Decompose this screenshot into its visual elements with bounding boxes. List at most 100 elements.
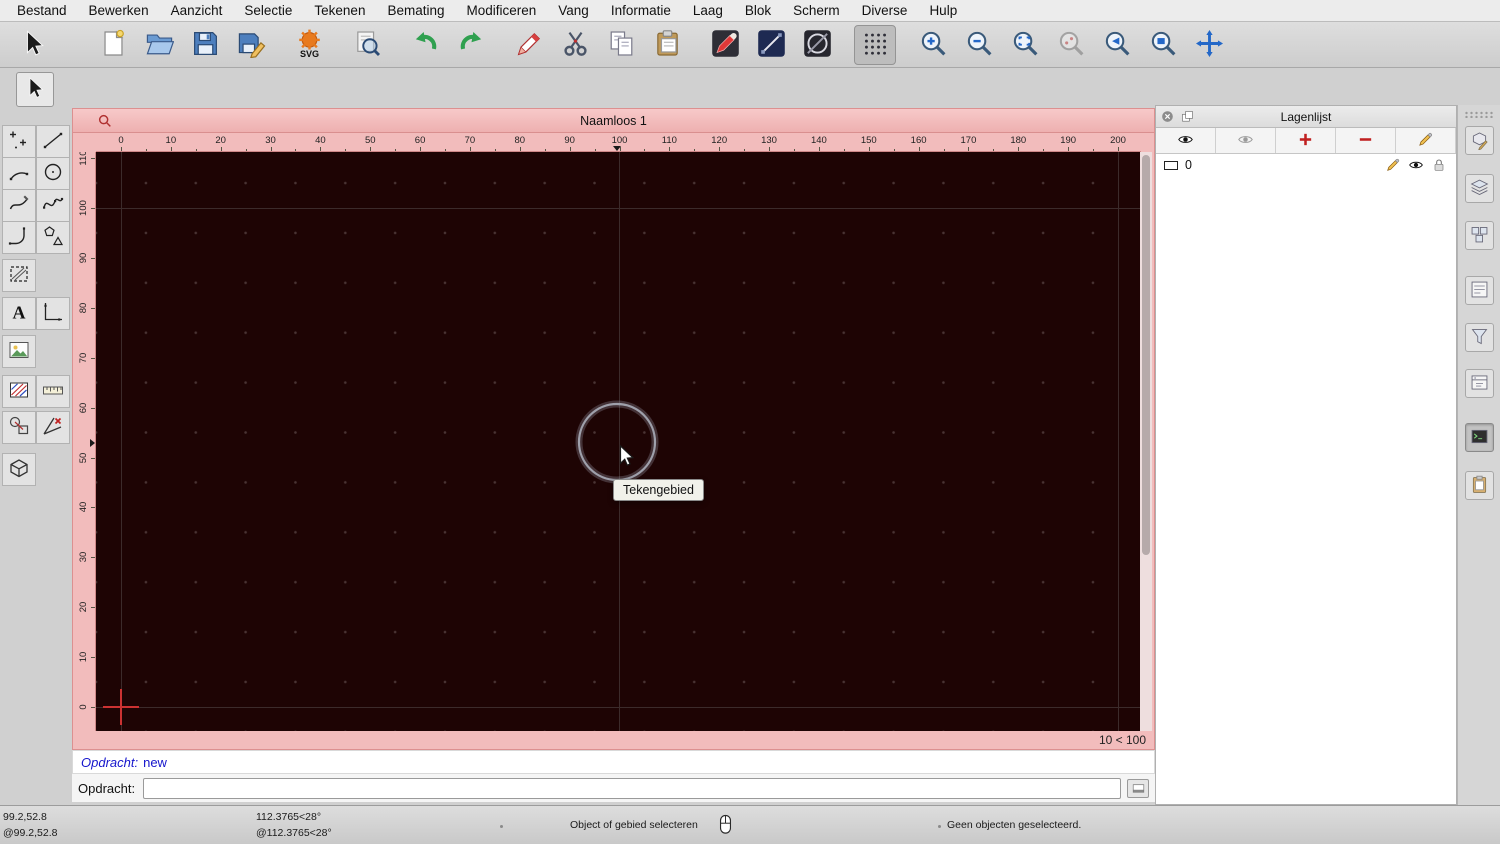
- menu-laag[interactable]: Laag: [682, 3, 734, 18]
- panel-property-editor-button[interactable]: [1465, 126, 1494, 155]
- arc-tool-button[interactable]: [2, 157, 36, 190]
- line-attributes-button[interactable]: [750, 25, 792, 65]
- zoom-all-icon: [1057, 29, 1086, 61]
- menu-tekenen[interactable]: Tekenen: [303, 3, 376, 18]
- hatch-tool-button[interactable]: [2, 259, 36, 292]
- current-tool-button[interactable]: [16, 72, 54, 107]
- menu-aanzicht[interactable]: Aanzicht: [160, 3, 234, 18]
- copy-button[interactable]: [600, 25, 642, 65]
- undo-button[interactable]: [404, 25, 446, 65]
- point-tool-button[interactable]: [2, 125, 36, 158]
- panel-view-list-button[interactable]: [1465, 369, 1494, 398]
- dimension-tool-button[interactable]: [36, 297, 70, 330]
- document-window: Naamloos 1 0 10 20 30 40 50 60 70 80 90 100 110 120 1…: [72, 108, 1155, 750]
- show-all-layers-button[interactable]: [1156, 128, 1216, 153]
- new-document-button[interactable]: [92, 25, 134, 65]
- save-document-button[interactable]: [184, 25, 226, 65]
- menu-diverse[interactable]: Diverse: [851, 3, 919, 18]
- panel-layer-list-button[interactable]: [1465, 174, 1494, 203]
- panel-selection-filter-button[interactable]: [1465, 323, 1494, 352]
- zoom-window-button[interactable]: [1142, 25, 1184, 65]
- detach-panel-icon[interactable]: [1180, 109, 1196, 125]
- add-layer-button[interactable]: [1276, 128, 1336, 153]
- remove-layer-button[interactable]: [1336, 128, 1396, 153]
- zoom-in-button[interactable]: [912, 25, 954, 65]
- layer-row[interactable]: 0: [1156, 154, 1456, 176]
- separator-dot: [500, 825, 503, 828]
- circle-tool-button[interactable]: [36, 157, 70, 190]
- panel-block-list-button[interactable]: [1465, 221, 1494, 250]
- layer-lock-icon[interactable]: [1431, 157, 1448, 174]
- menu-selectie[interactable]: Selectie: [233, 3, 303, 18]
- grid-toggle-button[interactable]: [854, 24, 896, 65]
- ruler-label: 140: [810, 135, 827, 146]
- polygon-tool-button[interactable]: [36, 221, 70, 254]
- zoom-all-button[interactable]: [1050, 25, 1092, 65]
- image-tool-button[interactable]: [2, 335, 36, 368]
- snap-tool-button[interactable]: [36, 411, 70, 444]
- zoom-auto-button[interactable]: [1004, 25, 1046, 65]
- drag-handle[interactable]: [1464, 111, 1495, 118]
- svg-export-button[interactable]: SVG: [288, 25, 330, 65]
- command-history-value: new: [143, 754, 167, 770]
- ruler-label: 10: [165, 135, 177, 146]
- menu-vang[interactable]: Vang: [547, 3, 600, 18]
- drawing-canvas[interactable]: Tekengebied: [96, 152, 1141, 731]
- spline-tool-button[interactable]: [36, 189, 70, 222]
- zoom-pan-button[interactable]: [1188, 25, 1230, 65]
- ruler-tick: [1118, 147, 1119, 151]
- open-document-button[interactable]: [138, 25, 180, 65]
- info-tool-button[interactable]: [2, 411, 36, 444]
- pen-attributes-button[interactable]: [704, 25, 746, 65]
- panel-command-line-button[interactable]: [1465, 423, 1494, 452]
- solid-tool-button[interactable]: [2, 453, 36, 486]
- spline-tool-icon: [41, 192, 65, 219]
- zoom-out-button[interactable]: [958, 25, 1000, 65]
- ruler-tick-minor: [145, 149, 147, 151]
- menu-modificeren[interactable]: Modificeren: [456, 3, 548, 18]
- command-history-prompt: Opdracht:: [81, 754, 139, 770]
- close-panel-icon[interactable]: [1160, 109, 1176, 125]
- hide-all-layers-button[interactable]: [1216, 128, 1276, 153]
- panel-library-browser-button[interactable]: [1465, 276, 1494, 305]
- zoom-previous-button[interactable]: [1096, 25, 1138, 65]
- console-toggle-button[interactable]: [1127, 778, 1149, 798]
- cut-button[interactable]: [554, 25, 596, 65]
- polyline-tool-button[interactable]: [2, 221, 36, 254]
- menu-bemating[interactable]: Bemating: [376, 3, 455, 18]
- document-titlebar[interactable]: Naamloos 1: [73, 109, 1154, 133]
- ruler-tick: [91, 657, 95, 659]
- ruler-label: 170: [960, 135, 977, 146]
- hatch-attributes-tool-button[interactable]: [2, 375, 36, 408]
- menu-bewerken[interactable]: Bewerken: [78, 3, 160, 18]
- menu-hulp[interactable]: Hulp: [918, 3, 968, 18]
- command-input[interactable]: [143, 777, 1121, 799]
- ellipse-attributes-button[interactable]: [796, 25, 838, 65]
- measure-tool-button[interactable]: [36, 375, 70, 408]
- selection-tool-button[interactable]: [12, 25, 54, 65]
- save-as-button[interactable]: [230, 25, 272, 65]
- text-tool-button[interactable]: A: [2, 297, 36, 330]
- panel-clipboard-button[interactable]: [1465, 471, 1494, 500]
- mouse-hint-icon: [717, 814, 734, 837]
- scrollbar-thumb[interactable]: [1142, 155, 1150, 555]
- layer-visibility-icon[interactable]: [1408, 157, 1425, 174]
- menu-blok[interactable]: Blok: [734, 3, 782, 18]
- ruler-tick-minor: [793, 149, 795, 151]
- redo-button[interactable]: [450, 25, 492, 65]
- freehand-tool-button[interactable]: [2, 189, 36, 222]
- ruler-tick-minor: [993, 149, 995, 151]
- panel-selection-filter-icon: [1469, 326, 1490, 350]
- print-preview-button[interactable]: [346, 25, 388, 65]
- menu-scherm[interactable]: Scherm: [782, 3, 851, 18]
- menu-informatie[interactable]: Informatie: [600, 3, 682, 18]
- menu-bestand[interactable]: Bestand: [6, 3, 78, 18]
- zoom-in-icon: [919, 29, 948, 61]
- draw-pencil-button[interactable]: [508, 25, 550, 65]
- line-tool-button[interactable]: [36, 125, 70, 158]
- paste-button[interactable]: [646, 25, 688, 65]
- ellipse-attributes-icon: [803, 29, 832, 61]
- vertical-scrollbar[interactable]: [1140, 152, 1152, 731]
- edit-layer-button[interactable]: [1396, 128, 1456, 153]
- layer-edit-icon[interactable]: [1385, 157, 1402, 174]
